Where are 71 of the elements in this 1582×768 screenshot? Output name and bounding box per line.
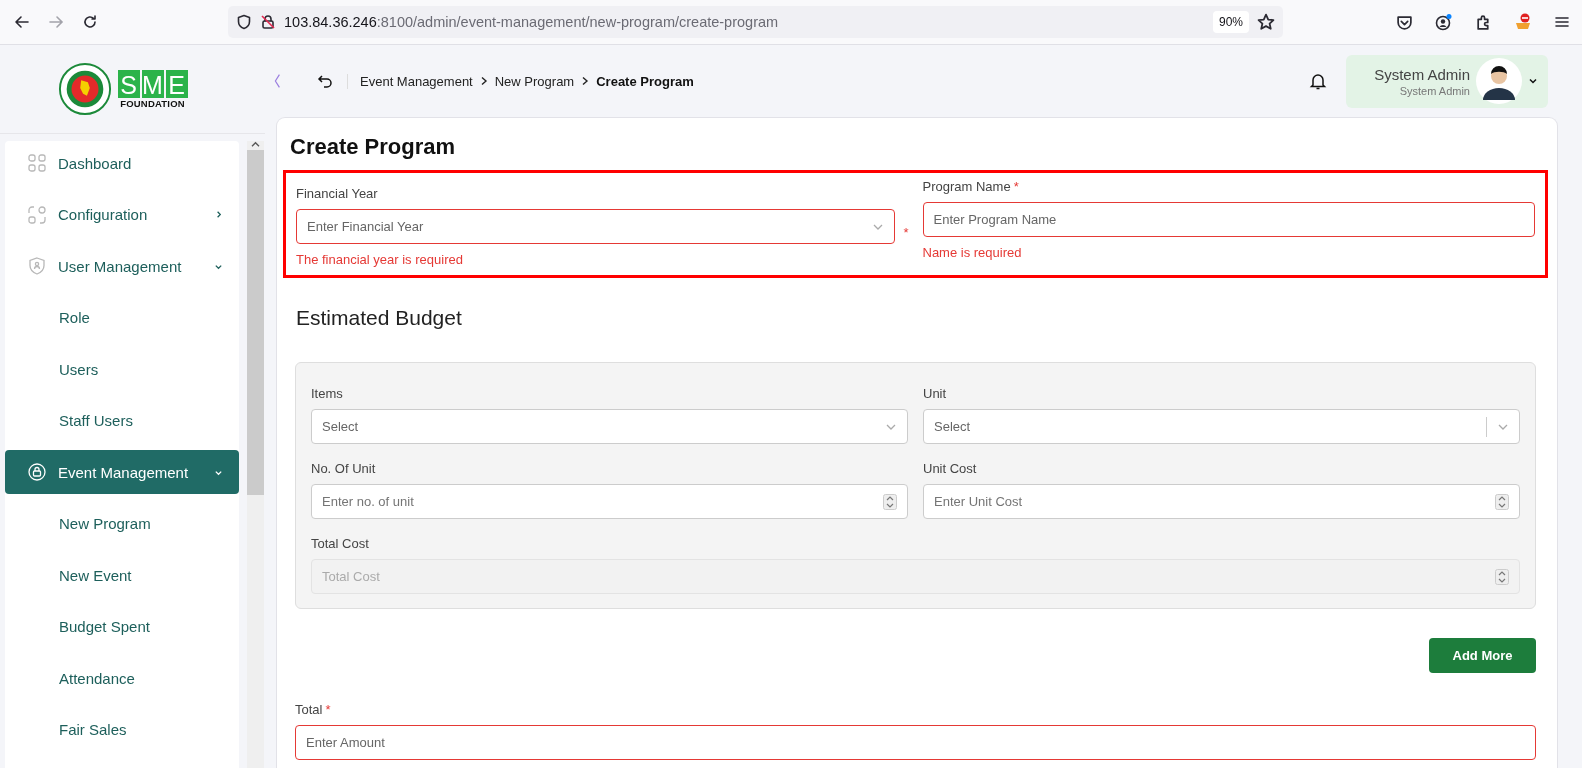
menu-item[interactable]: User Management — [5, 244, 239, 288]
undo-icon[interactable] — [317, 73, 333, 89]
address-bar[interactable]: 103.84.36.246:8100/admin/event-management/new-program/create-program 90% — [228, 6, 1283, 38]
grid-icon — [27, 153, 47, 173]
bell-icon[interactable] — [1308, 71, 1329, 91]
required-mark: * — [325, 702, 331, 717]
breadcrumb-link[interactable]: Event Management — [360, 73, 473, 89]
text-field[interactable]: Enter Amount — [295, 725, 1536, 760]
user-name: System Admin — [1374, 65, 1470, 83]
error-message: The financial year is required — [296, 252, 464, 267]
chevron-down-icon — [1528, 76, 1538, 86]
star-icon[interactable] — [1257, 13, 1275, 31]
required-mark: * — [903, 225, 909, 240]
section-title: Estimated Budget — [296, 306, 463, 330]
breadcrumb-current: Create Program — [596, 73, 694, 89]
lock-icon — [27, 462, 47, 482]
field-label: Unit Cost — [923, 461, 978, 476]
required-mark: * — [1013, 179, 1019, 194]
submenu-item[interactable]: New Event — [5, 553, 239, 597]
submenu-item[interactable]: New Program — [5, 501, 239, 546]
back-icon[interactable] — [14, 14, 30, 30]
breadcrumb-link[interactable]: New Program — [494, 73, 575, 89]
select-field[interactable]: Select — [311, 409, 908, 444]
select-field[interactable]: Enter Financial Year — [296, 209, 896, 244]
spinner-icon — [1495, 493, 1509, 510]
shield-icon — [236, 14, 252, 30]
scroll-up-icon — [251, 141, 260, 148]
menu-icon[interactable] — [1554, 14, 1570, 30]
field-label: Program Name — [922, 179, 1011, 194]
text-field[interactable]: Enter Program Name — [922, 202, 1535, 237]
squares-icon — [27, 204, 47, 225]
pocket-icon[interactable] — [1396, 13, 1413, 31]
scrollbar[interactable] — [247, 141, 264, 768]
user-role: System Admin — [1399, 84, 1470, 97]
puzzle-icon[interactable] — [1475, 13, 1492, 31]
field-label: Total Cost — [311, 536, 370, 551]
submenu-item[interactable]: Users — [5, 347, 239, 391]
zoom-level-badge[interactable]: 90% — [1212, 11, 1249, 33]
page-title: Create Program — [290, 134, 457, 160]
submenu-item[interactable]: Attendance — [5, 656, 239, 700]
field-label: Financial Year — [296, 186, 379, 201]
extension-icon[interactable] — [1514, 13, 1532, 31]
submenu-item[interactable]: Fair Sales — [5, 707, 239, 752]
number-input[interactable]: Enter Unit Cost — [934, 494, 1495, 509]
menu-item[interactable]: Dashboard — [5, 141, 239, 185]
error-message: Name is required — [922, 245, 1023, 260]
spinner-icon — [883, 493, 897, 510]
spinner-icon — [1495, 568, 1509, 585]
submenu-item[interactable]: Budget Spent — [5, 604, 239, 649]
submenu-item[interactable]: Role — [5, 295, 239, 340]
field-label: Items — [311, 386, 344, 401]
number-field[interactable]: Enter Unit Cost — [923, 484, 1520, 519]
government-seal-drawing — [57, 62, 112, 116]
submenu-item[interactable]: Staff Users — [5, 398, 239, 443]
reload-icon[interactable] — [82, 14, 98, 30]
field-label: Unit — [923, 386, 948, 401]
field-label: Total — [295, 702, 323, 717]
account-icon[interactable] — [1435, 13, 1453, 31]
insecure-lock-icon — [260, 14, 276, 30]
shield-icon — [27, 256, 47, 276]
collapse-chevron-icon[interactable] — [273, 72, 281, 90]
menu-item[interactable]: Configuration — [5, 192, 239, 237]
number-input[interactable]: Enter no. of unit — [322, 494, 883, 509]
add-more-button[interactable]: Add More — [1429, 638, 1536, 673]
avatar-icon — [1476, 58, 1522, 104]
select-field[interactable]: Select — [923, 409, 1520, 444]
menu-item[interactable]: Event Management — [5, 450, 239, 494]
number-field[interactable]: Enter no. of unit — [311, 484, 908, 519]
url-text: 103.84.36.246:8100/admin/event-management/new-program/create-program — [284, 14, 779, 30]
field-label: No. Of Unit — [311, 461, 377, 476]
user-menu[interactable]: System Admin System Admin — [1346, 54, 1548, 108]
